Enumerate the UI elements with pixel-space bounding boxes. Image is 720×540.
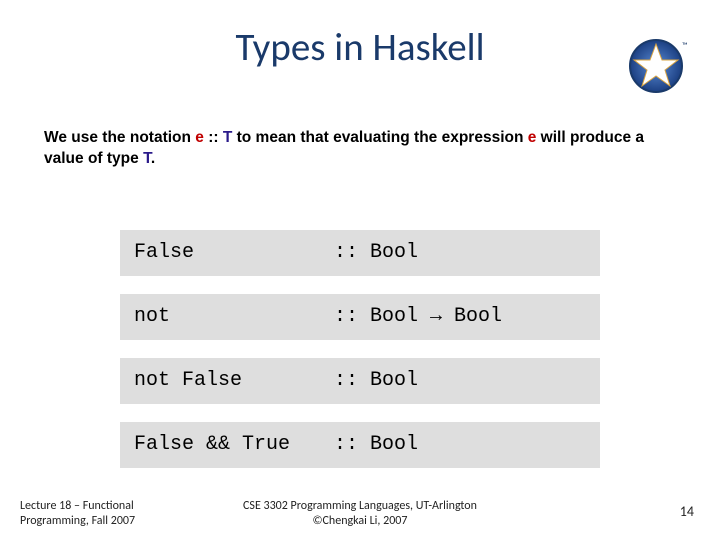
example-lhs: False && True bbox=[134, 433, 334, 457]
footer-center-line2: ©Chengkai Li, 2007 bbox=[0, 514, 720, 528]
example-rhs: :: Bool → Bool bbox=[334, 305, 586, 329]
slide: Types in Haskell ™ We use the notation e… bbox=[0, 0, 720, 540]
intro-e1: e bbox=[195, 129, 204, 146]
example-rhs: :: Bool bbox=[334, 369, 586, 393]
footer-center: CSE 3302 Programming Languages, UT-Arlin… bbox=[0, 499, 720, 528]
table-row: False && True :: Bool bbox=[120, 422, 600, 468]
page-number: 14 bbox=[680, 503, 694, 520]
intro-part4: . bbox=[151, 150, 155, 167]
slide-title: Types in Haskell bbox=[0, 0, 720, 71]
examples-block: False :: Bool not :: Bool → Bool not Fal… bbox=[120, 230, 600, 486]
example-rhs: :: Bool bbox=[334, 241, 586, 265]
intro-part2: to mean that evaluating the expression bbox=[232, 129, 527, 146]
intro-T1: T bbox=[223, 129, 232, 146]
footer: Lecture 18 – Functional Programming, Fal… bbox=[0, 490, 720, 530]
example-rhs: :: Bool bbox=[334, 433, 586, 457]
footer-center-line1: CSE 3302 Programming Languages, UT-Arlin… bbox=[0, 499, 720, 513]
intro-sep1: :: bbox=[204, 129, 223, 146]
table-row: not False :: Bool bbox=[120, 358, 600, 404]
intro-T2: T bbox=[143, 150, 151, 167]
uta-logo: ™ bbox=[626, 34, 690, 98]
table-row: False :: Bool bbox=[120, 230, 600, 276]
example-lhs: not bbox=[134, 305, 334, 329]
example-lhs: not False bbox=[134, 369, 334, 393]
table-row: not :: Bool → Bool bbox=[120, 294, 600, 340]
intro-part1: We use the notation bbox=[44, 129, 195, 146]
svg-text:™: ™ bbox=[682, 41, 688, 51]
example-lhs: False bbox=[134, 241, 334, 265]
intro-text: We use the notation e :: T to mean that … bbox=[44, 128, 676, 170]
